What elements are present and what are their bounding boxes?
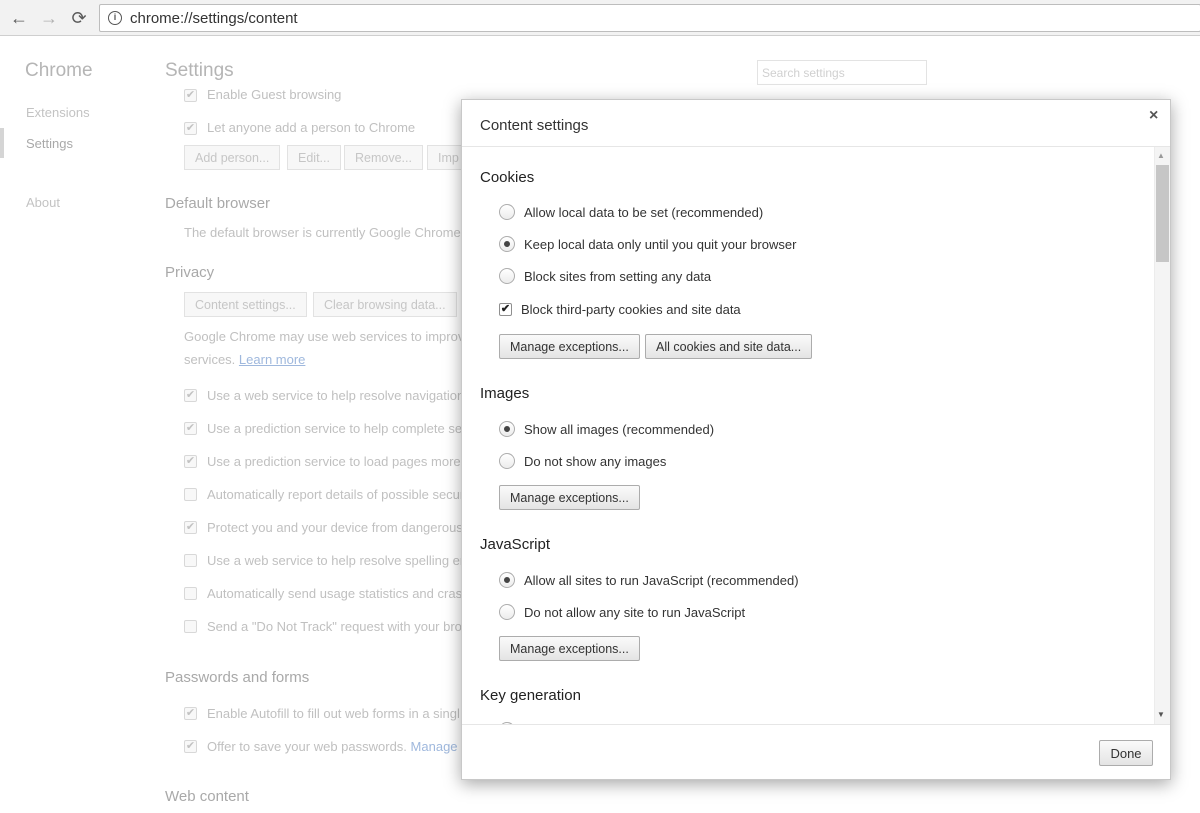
privacy-option-checkbox[interactable]: ✔ (184, 455, 197, 468)
sidebar-active-marker (0, 128, 4, 158)
guest-browsing-checkbox[interactable]: ✔ (184, 89, 197, 102)
add-person-checkbox[interactable]: ✔ (184, 122, 197, 135)
javascript-manage-exceptions-button[interactable]: Manage exceptions... (499, 636, 640, 661)
scroll-up-arrow-icon[interactable]: ▲ (1157, 151, 1165, 160)
privacy-option-label: Automatically report details of possible… (207, 487, 465, 502)
autofill-checkbox[interactable]: ✔ (184, 707, 197, 720)
privacy-option-label: Use a prediction service to help complet… (207, 421, 470, 436)
option-label: Show all images (recommended) (524, 421, 715, 437)
add-person-button[interactable]: Add person... (184, 145, 281, 170)
option-label: Keep local data only until you quit your… (524, 236, 797, 252)
option-label: Block third-party cookies and site data (521, 301, 741, 317)
remove-person-button[interactable]: Remove... (344, 145, 423, 170)
key-generation-heading: Key generation (480, 687, 581, 704)
address-url: chrome://settings/content (130, 10, 298, 27)
save-passwords-checkbox[interactable]: ✔ (184, 740, 197, 753)
save-passwords-label: Offer to save your web passwords. (207, 739, 407, 754)
images-heading: Images (480, 385, 530, 402)
dialog-footer-divider (462, 724, 1170, 725)
back-arrow-icon[interactable]: ← (7, 6, 31, 30)
radio-button[interactable] (499, 268, 515, 284)
privacy-option-checkbox[interactable]: ✔ (184, 521, 197, 534)
clear-browsing-data-button[interactable]: Clear browsing data... (313, 292, 457, 317)
option-label: Allow local data to be set (recommended) (524, 204, 764, 220)
sidebar-title: Chrome (25, 60, 93, 81)
privacy-option-checkbox[interactable] (184, 554, 197, 567)
option-label: Do not allow any site to run JavaScript (524, 604, 746, 620)
default-browser-text: The default browser is currently Google … (184, 225, 465, 240)
privacy-option-label: Automatically send usage statistics and … (207, 586, 470, 601)
save-passwords-row: Offer to save your web passwords. Manage… (207, 739, 468, 754)
sidebar-item-about[interactable]: About (26, 195, 60, 210)
cookies-heading: Cookies (480, 169, 535, 186)
cookies-allow-option[interactable]: Allow local data to be set (recommended) (499, 203, 763, 221)
images-manage-exceptions-button[interactable]: Manage exceptions... (499, 485, 640, 510)
radio-button[interactable] (499, 236, 515, 252)
block-third-party-cookies-option[interactable]: ✔ Block third-party cookies and site dat… (499, 300, 741, 318)
privacy-option-checkbox[interactable] (184, 587, 197, 600)
close-icon[interactable]: × (1149, 107, 1158, 125)
privacy-description-suffix: services. (184, 352, 236, 367)
web-content-heading: Web content (165, 788, 249, 805)
javascript-allow-option[interactable]: Allow all sites to run JavaScript (recom… (499, 571, 799, 589)
option-label: Allow all sites to run JavaScript (recom… (524, 572, 799, 588)
page-title: Settings (165, 60, 234, 81)
browser-toolbar: ← → ⟳ i chrome://settings/content (0, 0, 1200, 36)
address-bar[interactable]: i chrome://settings/content (99, 4, 1200, 32)
forward-arrow-icon[interactable]: → (37, 6, 61, 30)
sidebar-item-extensions[interactable]: Extensions (26, 105, 90, 120)
guest-browsing-label: Enable Guest browsing (207, 87, 342, 102)
reload-icon[interactable]: ⟳ (67, 6, 91, 30)
privacy-option-label: Use a web service to help resolve naviga… (207, 388, 476, 403)
info-icon[interactable]: i (108, 11, 122, 25)
privacy-option-label: Use a prediction service to load pages m… (207, 454, 472, 469)
radio-button[interactable] (499, 204, 515, 220)
dialog-title: Content settings (480, 117, 589, 134)
add-person-label: Let anyone add a person to Chrome (207, 120, 416, 135)
all-cookies-button[interactable]: All cookies and site data... (645, 334, 813, 359)
cookies-block-option[interactable]: Block sites from setting any data (499, 267, 711, 285)
javascript-heading: JavaScript (480, 536, 551, 553)
done-button[interactable]: Done (1099, 740, 1153, 766)
manage-passwords-link[interactable]: Manage p (411, 739, 469, 754)
radio-button[interactable] (499, 421, 515, 437)
privacy-description-2: services. Learn more (184, 352, 305, 367)
dialog-content: Cookies Allow local data to be set (reco… (462, 147, 1152, 725)
search-settings-input[interactable]: Search settings (757, 60, 927, 85)
edit-person-button[interactable]: Edit... (287, 145, 341, 170)
privacy-option-label: Send a "Do Not Track" request with your … (207, 619, 469, 634)
content-settings-dialog: Content settings × Cookies Allow local d… (461, 99, 1171, 780)
passwords-heading: Passwords and forms (165, 669, 310, 686)
privacy-option-checkbox[interactable] (184, 488, 197, 501)
privacy-heading: Privacy (165, 264, 215, 281)
autofill-label: Enable Autofill to fill out web forms in… (207, 706, 460, 721)
privacy-option-checkbox[interactable] (184, 620, 197, 633)
privacy-option-checkbox[interactable]: ✔ (184, 422, 197, 435)
privacy-description: Google Chrome may use web services to im… (184, 329, 472, 344)
radio-button[interactable] (499, 572, 515, 588)
scrollbar-thumb[interactable] (1156, 165, 1169, 262)
block-third-party-checkbox[interactable]: ✔ (499, 302, 512, 316)
option-label: Do not show any images (524, 453, 667, 469)
default-browser-heading: Default browser (165, 195, 271, 212)
radio-button[interactable] (499, 453, 515, 469)
cookies-manage-exceptions-button[interactable]: Manage exceptions... (499, 334, 640, 359)
dialog-scrollbar[interactable]: ▲ ▼ (1154, 147, 1170, 724)
cookies-keep-until-quit-option[interactable]: Keep local data only until you quit your… (499, 235, 796, 253)
privacy-option-label: Protect you and your device from dangero… (207, 520, 463, 535)
option-label: Block sites from setting any data (524, 268, 712, 284)
scroll-down-arrow-icon[interactable]: ▼ (1157, 710, 1165, 719)
privacy-option-checkbox[interactable]: ✔ (184, 389, 197, 402)
learn-more-link[interactable]: Learn more (239, 352, 305, 367)
sidebar-item-settings[interactable]: Settings (26, 136, 73, 151)
javascript-block-option[interactable]: Do not allow any site to run JavaScript (499, 603, 745, 621)
content-settings-button[interactable]: Content settings... (184, 292, 307, 317)
radio-button[interactable] (499, 604, 515, 620)
images-show-all-option[interactable]: Show all images (recommended) (499, 420, 714, 438)
images-do-not-show-option[interactable]: Do not show any images (499, 452, 666, 470)
privacy-option-label: Use a web service to help resolve spelli… (207, 553, 476, 568)
